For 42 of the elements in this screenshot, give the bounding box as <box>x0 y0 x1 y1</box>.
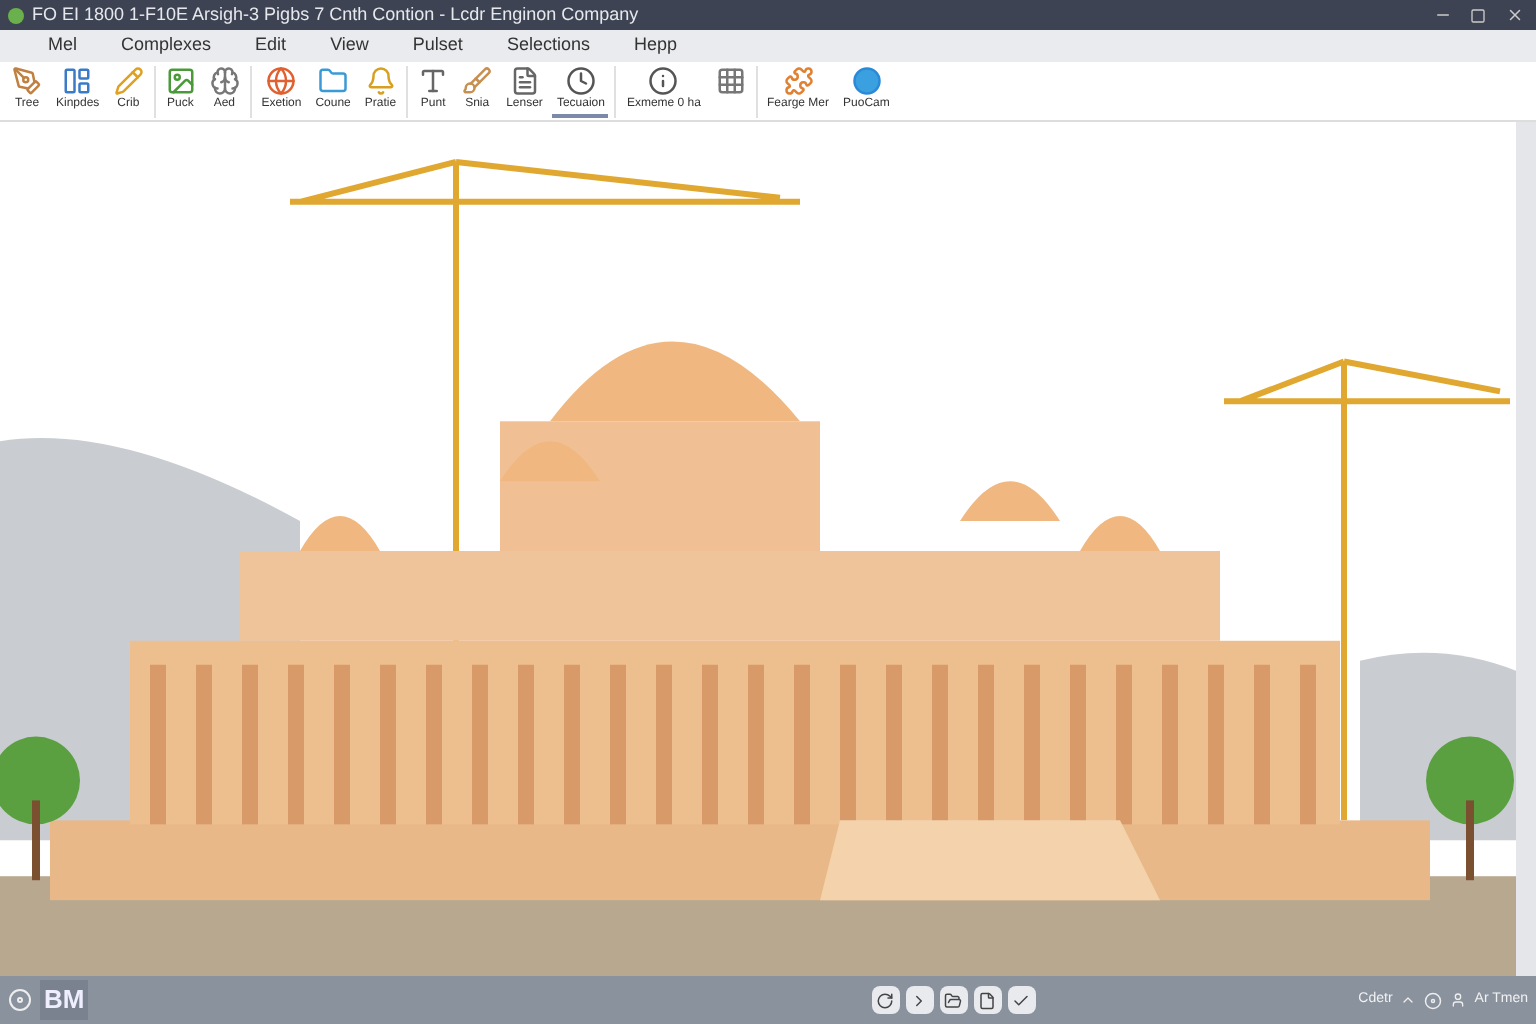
brush-icon <box>462 66 493 96</box>
layout-icon <box>62 66 93 96</box>
grid-icon <box>715 66 745 96</box>
menu-item[interactable]: Hepp <box>633 32 677 60</box>
pen-icon <box>12 66 42 96</box>
image-icon <box>165 66 196 96</box>
globe-icon <box>266 66 297 96</box>
scroll-bar[interactable] <box>1516 122 1536 976</box>
logo-icon <box>8 988 32 1012</box>
close-icon <box>1505 6 1523 24</box>
status-button[interactable] <box>871 986 900 1014</box>
status-button[interactable] <box>939 986 968 1014</box>
text-icon <box>418 66 449 96</box>
logo-text: BM <box>40 980 89 1020</box>
pencil-icon <box>113 66 144 96</box>
brain-icon <box>209 66 240 96</box>
menu-item[interactable]: Pulset <box>412 32 463 60</box>
menu-item[interactable]: View <box>330 32 369 60</box>
window-title: FO EI 1800 1-F10E Arsigh-3 Pigbs 7 Cnth Contion - Lcdr Enginon Company <box>32 1 639 28</box>
folder-icon <box>318 66 349 96</box>
menu-item[interactable]: Selections <box>506 32 590 60</box>
menu-item[interactable]: Mel <box>48 32 78 60</box>
app-icon <box>8 7 24 23</box>
status-button[interactable] <box>1007 986 1036 1014</box>
folder-icon <box>944 991 963 1009</box>
info-icon <box>648 66 679 96</box>
puzzle-icon <box>783 66 813 96</box>
disc-icon <box>1424 991 1443 1009</box>
status-button[interactable] <box>905 986 934 1014</box>
bell-icon <box>365 66 396 96</box>
menu-item[interactable]: Complexes <box>121 32 212 60</box>
user-icon <box>1450 992 1467 1008</box>
clock-icon <box>565 66 596 96</box>
maximize-icon <box>1470 7 1486 23</box>
check-icon <box>1012 991 1031 1009</box>
refresh-icon <box>876 991 895 1009</box>
menu-item[interactable]: Edit <box>255 32 287 60</box>
status-button[interactable] <box>973 986 1002 1014</box>
document-icon <box>509 66 540 96</box>
file-icon <box>978 991 997 1009</box>
ball-icon <box>851 66 882 96</box>
chevron-up-icon <box>1400 992 1417 1008</box>
